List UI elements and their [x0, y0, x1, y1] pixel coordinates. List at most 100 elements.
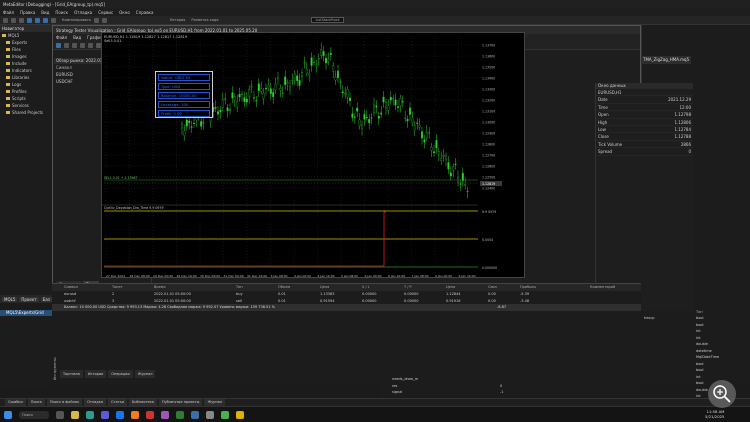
- pause-icon[interactable]: [64, 42, 69, 48]
- nav-item[interactable]: Shared Projects: [0, 109, 53, 116]
- task-view-icon[interactable]: [56, 410, 64, 419]
- tab-journal[interactable]: Журнал: [134, 370, 156, 378]
- menu-tools[interactable]: Сервис: [98, 10, 113, 15]
- step-icon[interactable]: [51, 17, 56, 23]
- candle-body: [291, 80, 294, 82]
- nav-item[interactable]: Include: [0, 60, 53, 67]
- candle-body: [447, 162, 450, 170]
- candle-body: [332, 65, 335, 72]
- tab-articles[interactable]: Статьи: [107, 399, 127, 406]
- toolbox-side-label: Инструменты: [53, 357, 57, 380]
- candle-body: [286, 82, 289, 84]
- symbol-input[interactable]: ListStackRock: [311, 17, 344, 23]
- candle-body: [418, 125, 421, 128]
- nav-item[interactable]: Services: [0, 102, 53, 109]
- explorer-icon[interactable]: [71, 410, 79, 419]
- tmenu-file[interactable]: Файл: [56, 35, 67, 40]
- nav-item[interactable]: Indicators: [0, 67, 53, 74]
- menu-search[interactable]: Поиск: [55, 10, 68, 15]
- tab-project[interactable]: Проект: [19, 296, 39, 302]
- tab-tma-zigzag[interactable]: TMA_ZigZag_HMA.mq5: [641, 56, 691, 64]
- data-row: Tick Volume 2866: [596, 141, 693, 149]
- price-chart[interactable]: EURUSD,H1 1.12819 1.12827 1.12817 1.1281…: [101, 32, 525, 278]
- tab-debug[interactable]: Отладка: [84, 399, 106, 406]
- taskbar-search[interactable]: Поиск: [19, 410, 49, 419]
- play-icon[interactable]: [27, 17, 32, 23]
- tab-history[interactable]: История: [84, 370, 107, 378]
- menu-window[interactable]: Окно: [119, 10, 130, 15]
- tab-trade[interactable]: Торговля: [60, 370, 83, 378]
- zoom-icon: [713, 385, 731, 403]
- tab-public-projects[interactable]: Публичные проекты: [158, 399, 203, 406]
- price-tick-label: 1.12400: [482, 187, 495, 191]
- tab-search[interactable]: Поиск: [27, 399, 45, 406]
- time-tick-label: 31 Dec 16:00: [247, 274, 267, 278]
- candle-body: [310, 57, 313, 66]
- nav-item[interactable]: Files: [0, 46, 53, 53]
- candle-body: [339, 81, 342, 83]
- tab-search-files[interactable]: Поиск в файлах: [46, 399, 83, 406]
- time-axis: 27 Dec 2021 28 Dec 08:00 29 Dec 00:00 29 De…: [106, 274, 476, 278]
- tab-errors[interactable]: Ошибки: [5, 399, 26, 406]
- pause-icon[interactable]: [35, 17, 40, 23]
- candle-body: [433, 151, 435, 154]
- metaeditor-icon[interactable]: [191, 410, 199, 419]
- step-icon[interactable]: [72, 42, 77, 48]
- tab-operations[interactable]: Операции: [108, 370, 133, 378]
- zoom-overlay-button[interactable]: [708, 380, 736, 408]
- nav-item[interactable]: Logs: [0, 81, 53, 88]
- edge-icon[interactable]: [86, 410, 94, 419]
- save-icon[interactable]: [19, 17, 24, 23]
- folder-icon: [6, 104, 10, 107]
- stop-icon[interactable]: [43, 17, 48, 23]
- candle-body: [399, 97, 402, 106]
- play-icon[interactable]: [56, 42, 61, 48]
- mail-icon[interactable]: [116, 410, 124, 419]
- nav-item[interactable]: Profiles: [0, 88, 53, 95]
- watch-row[interactable]: signal -1: [380, 389, 640, 396]
- terminal-icon[interactable]: [221, 410, 229, 419]
- store-icon[interactable]: [101, 410, 109, 419]
- tab-library[interactable]: Библиотека: [129, 399, 157, 406]
- nav-item[interactable]: Images: [0, 53, 53, 60]
- firefox-icon[interactable]: [131, 410, 139, 419]
- tree-selected-item[interactable]: MQL5\Experts\Grid: [0, 310, 54, 316]
- menu-debug[interactable]: Отладка: [74, 10, 92, 15]
- tab-db[interactable]: Баз: [40, 296, 52, 302]
- tab-mql5[interactable]: MQL5: [2, 296, 18, 302]
- sell-line-label: SELL 0.01 → 1.13967: [104, 176, 138, 180]
- opera-icon[interactable]: [146, 410, 154, 419]
- chart-svg: EURUSD,H1 1.12819 1.12827 1.12817 1.1281…: [102, 35, 502, 278]
- folder-icon: [6, 111, 10, 114]
- tmenu-view[interactable]: Вид: [73, 35, 81, 40]
- menu-file[interactable]: Файл: [3, 10, 14, 15]
- zoom-in-icon[interactable]: [88, 42, 93, 48]
- candle-body: [404, 117, 407, 119]
- nav-item[interactable]: Libraries: [0, 74, 53, 81]
- history-button[interactable]: История: [170, 18, 185, 22]
- candle-body: [293, 73, 296, 79]
- menu-edit[interactable]: Правка: [20, 10, 35, 15]
- nav-item[interactable]: Experts: [0, 39, 53, 46]
- candle-body: [190, 126, 193, 128]
- app-icon[interactable]: [206, 410, 214, 419]
- notes-icon[interactable]: [236, 410, 244, 419]
- new-file-icon[interactable]: [3, 17, 8, 23]
- open-icon[interactable]: [11, 17, 16, 23]
- crosshair-icon[interactable]: [80, 42, 85, 48]
- compile-button[interactable]: Компилировать: [62, 18, 91, 22]
- menu-help[interactable]: Справка: [136, 10, 154, 15]
- nav-root[interactable]: MQL5: [0, 32, 53, 39]
- info-leverage: Leverage: 100: [158, 101, 210, 108]
- markup-button[interactable]: Разметка кода: [191, 18, 218, 22]
- menu-view[interactable]: Вид: [41, 10, 49, 15]
- nav-item[interactable]: Scripts: [0, 95, 53, 102]
- debug-icon[interactable]: [94, 17, 100, 23]
- metatrader-icon[interactable]: [176, 410, 184, 419]
- profile-icon[interactable]: [102, 17, 108, 23]
- tab-log[interactable]: Журнал: [204, 399, 226, 406]
- candle-body: [284, 76, 287, 85]
- vs-icon[interactable]: [161, 410, 169, 419]
- start-icon[interactable]: [4, 410, 12, 419]
- data-row: High 1.12806: [596, 119, 693, 126]
